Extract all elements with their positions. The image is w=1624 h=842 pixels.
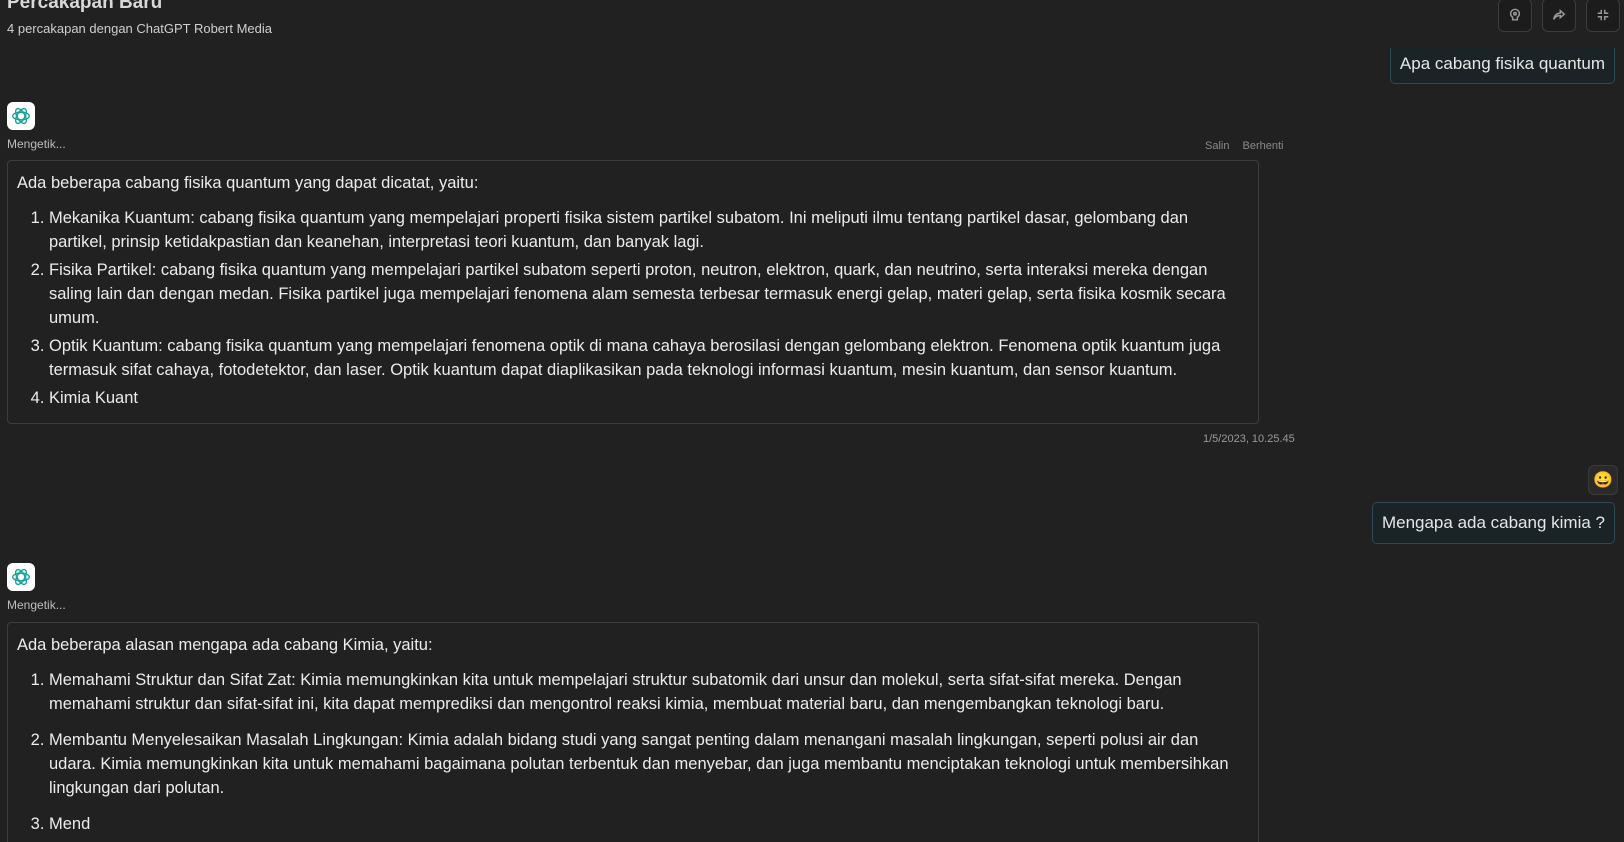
page-title: Percakapan Baru (7, 0, 163, 13)
answer-intro: Ada beberapa cabang fisika quantum yang … (17, 174, 479, 192)
list-item: Fisika Partikel: cabang fisika quantum y… (49, 258, 1249, 330)
conversation-count: 4 percakapan dengan ChatGPT Robert Media (7, 21, 272, 36)
list-item: Mekanika Kuantum: cabang fisika quantum … (49, 206, 1249, 254)
list-item: Memahami Struktur dan Sifat Zat: Kimia m… (49, 668, 1249, 716)
chatgpt-logo-icon (7, 102, 35, 130)
fullscreen-icon (1597, 9, 1609, 21)
list-item: Membantu Menyelesaikan Masalah Lingkunga… (49, 728, 1249, 800)
stop-button[interactable]: Berhenti (1243, 140, 1284, 152)
fullscreen-button[interactable] (1586, 0, 1620, 32)
typing-status: Mengetik... (7, 137, 66, 151)
feedback-icon (1509, 8, 1521, 21)
share-button[interactable] (1542, 0, 1576, 32)
answer-list: Mekanika Kuantum: cabang fisika quantum … (17, 206, 1249, 410)
user-avatar: 😀 (1588, 465, 1618, 495)
list-item: Kimia Kuant (49, 386, 1249, 410)
list-item: Optik Kuantum: cabang fisika quantum yan… (49, 334, 1249, 382)
answer-list: Memahami Struktur dan Sifat Zat: Kimia m… (17, 668, 1249, 836)
chat-window: Percakapan Baru 4 percakapan dengan Chat… (0, 0, 1624, 842)
copy-button[interactable]: Salin (1205, 140, 1229, 152)
answer-intro: Ada beberapa alasan mengapa ada cabang K… (17, 636, 433, 654)
assistant-message: Ada beberapa cabang fisika quantum yang … (7, 160, 1259, 424)
share-icon (1553, 8, 1566, 20)
feedback-button[interactable] (1498, 0, 1532, 32)
chat-header: Percakapan Baru 4 percakapan dengan Chat… (0, 0, 1624, 48)
message-actions: Salin Berhenti (1205, 140, 1294, 152)
typing-status: Mengetik... (7, 598, 66, 612)
user-message: Apa cabang fisika quantum (1389, 43, 1615, 84)
chatgpt-logo-icon (7, 563, 35, 591)
message-timestamp: 1/5/2023, 10.25.45 (1203, 433, 1295, 445)
assistant-message: Ada beberapa alasan mengapa ada cabang K… (7, 622, 1259, 842)
user-message: Mengapa ada cabang kimia ? (1371, 502, 1615, 544)
list-item: Mend (49, 812, 1249, 836)
